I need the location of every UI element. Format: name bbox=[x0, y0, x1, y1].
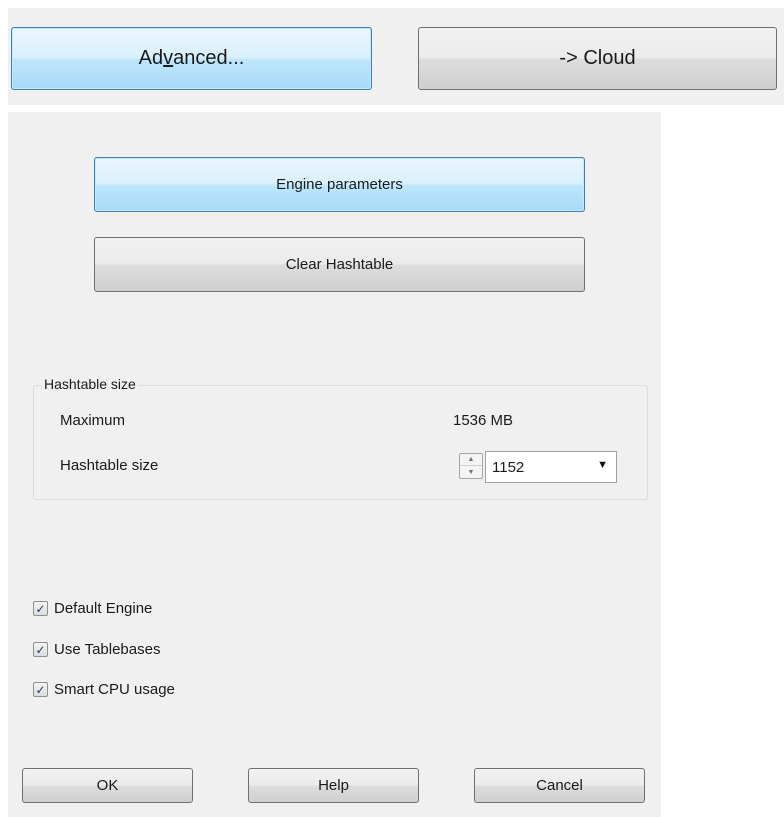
clear-hashtable-button[interactable]: Clear Hashtable bbox=[94, 237, 585, 292]
cloud-button-label: -> Cloud bbox=[559, 47, 636, 69]
smart-cpu-usage-checkbox[interactable]: ✓ bbox=[33, 682, 48, 697]
advanced-button-label: Advanced... bbox=[138, 47, 245, 69]
help-button-label: Help bbox=[318, 777, 349, 794]
chevron-down-icon[interactable]: ▼ bbox=[597, 459, 608, 471]
hashtable-size-spinner[interactable]: ▲ ▼ bbox=[459, 453, 483, 479]
cloud-button[interactable]: -> Cloud bbox=[418, 27, 777, 90]
spin-down-icon[interactable]: ▼ bbox=[460, 466, 482, 478]
ok-button[interactable]: OK bbox=[22, 768, 193, 803]
advanced-button[interactable]: Advanced... bbox=[11, 27, 372, 90]
smart-cpu-usage-label[interactable]: Smart CPU usage bbox=[54, 681, 175, 698]
smart-cpu-usage-checkbox-row[interactable]: ✓ Smart CPU usage bbox=[33, 681, 175, 698]
hashtable-size-combo[interactable]: 1152 ▼ bbox=[485, 451, 617, 483]
help-button[interactable]: Help bbox=[248, 768, 419, 803]
cancel-button-label: Cancel bbox=[536, 777, 583, 794]
ok-button-label: OK bbox=[96, 777, 119, 794]
maximum-label: Maximum bbox=[60, 412, 126, 429]
default-engine-checkbox[interactable]: ✓ bbox=[33, 601, 48, 616]
hashtable-size-label: Hashtable size bbox=[60, 457, 159, 474]
hashtable-size-value: 1152 bbox=[492, 459, 525, 476]
engine-parameters-button[interactable]: Engine parameters bbox=[94, 157, 585, 212]
spin-up-icon[interactable]: ▲ bbox=[460, 454, 482, 466]
clear-hashtable-button-label: Clear Hashtable bbox=[285, 256, 394, 273]
hashtable-group-legend: Hashtable size bbox=[42, 376, 138, 392]
default-engine-label[interactable]: Default Engine bbox=[54, 600, 152, 617]
engine-parameters-button-label: Engine parameters bbox=[276, 176, 403, 193]
maximum-value: 1536 MB bbox=[453, 412, 514, 429]
use-tablebases-checkbox[interactable]: ✓ bbox=[33, 642, 48, 657]
use-tablebases-label[interactable]: Use Tablebases bbox=[54, 641, 160, 658]
use-tablebases-checkbox-row[interactable]: ✓ Use Tablebases bbox=[33, 641, 160, 658]
cancel-button[interactable]: Cancel bbox=[474, 768, 645, 803]
default-engine-checkbox-row[interactable]: ✓ Default Engine bbox=[33, 600, 152, 617]
